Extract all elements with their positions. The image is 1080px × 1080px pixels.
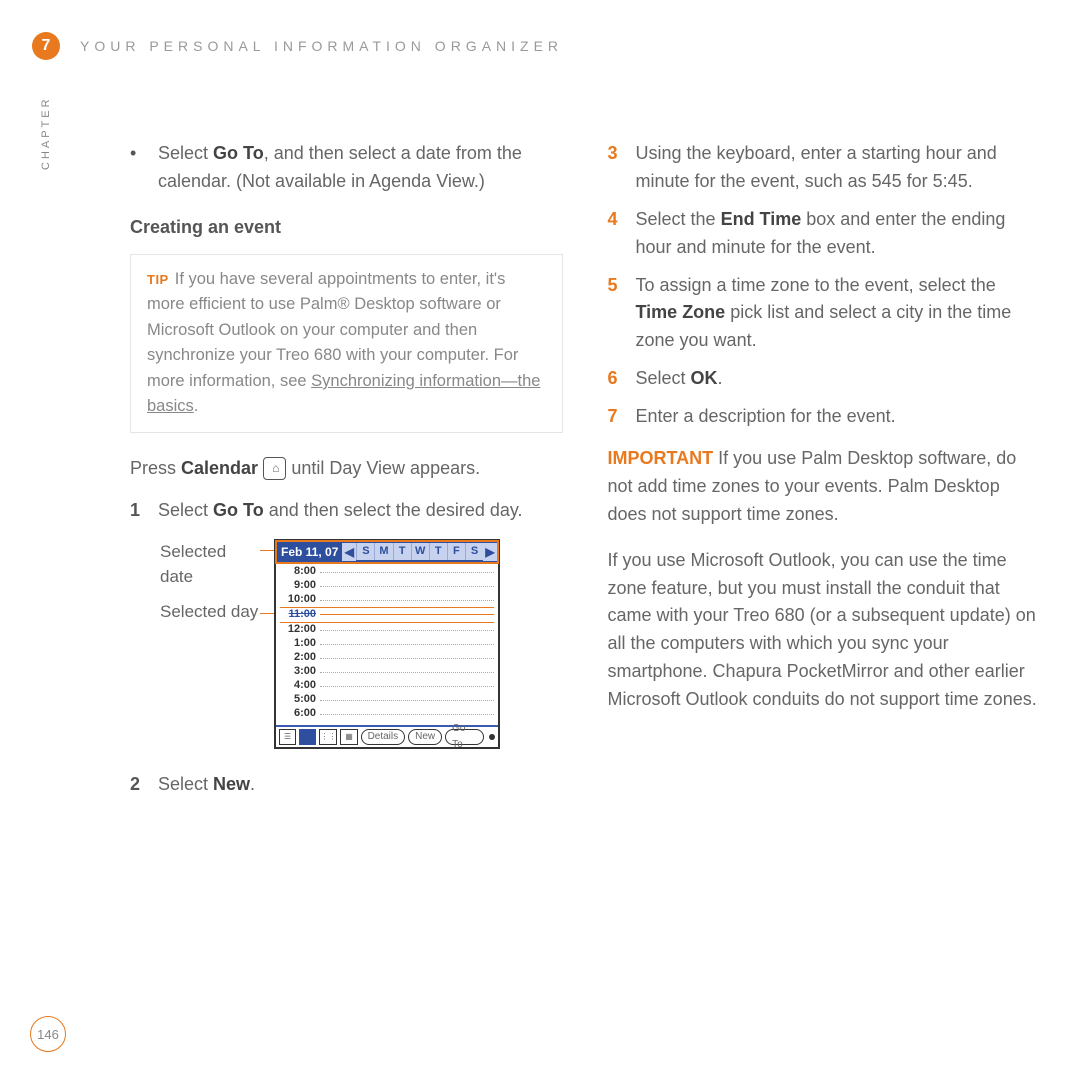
time-slot[interactable] (320, 699, 494, 701)
view-icon-4[interactable]: ▦ (340, 729, 357, 745)
step-3: 3 Using the keyboard, enter a starting h… (608, 140, 1041, 196)
text: To assign a time zone to the event, sele… (636, 275, 996, 295)
callout-selected-date: Selected date (160, 539, 260, 590)
time-slot[interactable] (320, 713, 494, 715)
calendar-button-icon: ⌂ (263, 457, 286, 480)
day-cell[interactable]: T (429, 543, 447, 560)
text: . (250, 774, 255, 794)
bold-timezone: Time Zone (636, 302, 726, 322)
screenshot-header: Feb 11, 07 ◀ S M T W T F S ▶ (276, 541, 498, 563)
step-2: 2 Select New. (130, 771, 563, 799)
day-cell[interactable]: T (393, 543, 411, 560)
left-column: • Select Go To, and then select a date f… (130, 140, 563, 809)
view-icon-2[interactable] (299, 729, 316, 745)
view-icon-1[interactable]: ☰ (279, 729, 296, 745)
bold-new: New (213, 774, 250, 794)
tip-label: TIP (147, 272, 169, 287)
time-slot[interactable] (320, 614, 494, 615)
step-number: 6 (608, 365, 622, 393)
step-number: 5 (608, 272, 622, 356)
day-cell[interactable]: S (356, 543, 374, 560)
step-number: 1 (130, 497, 144, 525)
step-number: 7 (608, 403, 622, 431)
page-number: 146 (30, 1016, 66, 1052)
bold-goto: Go To (213, 143, 264, 163)
time-slot[interactable] (320, 571, 494, 573)
bold-goto: Go To (213, 500, 264, 520)
time-slot[interactable] (320, 629, 494, 631)
time-slot[interactable] (320, 685, 494, 687)
text: Select (158, 774, 213, 794)
header-title: YOUR PERSONAL INFORMATION ORGANIZER (80, 38, 563, 54)
text: . (718, 368, 723, 388)
new-button[interactable]: New (408, 729, 442, 745)
next-arrow-icon[interactable]: ▶ (483, 543, 497, 562)
goto-button[interactable]: Go To (445, 729, 484, 745)
bold-calendar: Calendar (181, 458, 258, 478)
section-heading: Creating an event (130, 214, 563, 242)
details-button[interactable]: Details (361, 729, 406, 745)
text: Select (158, 500, 213, 520)
bullet-item: • Select Go To, and then select a date f… (130, 140, 563, 196)
day-cell[interactable]: F (447, 543, 465, 560)
paragraph: If you use Microsoft Outlook, you can us… (608, 547, 1041, 714)
step-1: 1 Select Go To and then select the desir… (130, 497, 563, 525)
bold-endtime: End Time (721, 209, 802, 229)
right-column: 3 Using the keyboard, enter a starting h… (608, 140, 1041, 809)
step-7: 7 Enter a description for the event. (608, 403, 1041, 431)
text: Select (158, 143, 213, 163)
screenshot-block: Selected date Selected day Feb 11, 07 ◀ … (160, 539, 563, 749)
step-number: 3 (608, 140, 622, 196)
important-label: IMPORTANT (608, 448, 714, 468)
text: Select the (636, 209, 721, 229)
time-slot[interactable] (320, 643, 494, 645)
text: Press (130, 458, 181, 478)
screenshot-footer: ☰ ⋮⋮ ▦ Details New Go To (276, 727, 498, 747)
callout-selected-day: Selected day (160, 599, 258, 625)
text: and then select the desired day. (264, 500, 523, 520)
text: until Day View appears. (291, 458, 480, 478)
bold-ok: OK (691, 368, 718, 388)
time-slot[interactable] (320, 657, 494, 659)
page-body: • Select Go To, and then select a date f… (130, 140, 1040, 809)
chapter-label-vertical: CHAPTER (40, 96, 52, 170)
tip-period: . (194, 397, 199, 415)
day-cell[interactable]: S (465, 543, 483, 560)
step-number: 4 (608, 206, 622, 262)
time-slot[interactable] (320, 599, 494, 601)
view-icon-3[interactable]: ⋮⋮ (319, 729, 337, 745)
time-label: 6:00 (280, 705, 320, 722)
text: Select (636, 368, 691, 388)
day-picker[interactable]: S M T W T F S (356, 543, 483, 560)
day-cell[interactable]: M (374, 543, 392, 560)
step-5: 5 To assign a time zone to the event, se… (608, 272, 1041, 356)
chapter-number-badge: 7 (32, 32, 60, 60)
text: Using the keyboard, enter a starting hou… (636, 140, 1041, 196)
bullet-marker: • (130, 140, 144, 196)
step-number: 2 (130, 771, 144, 799)
prev-arrow-icon[interactable]: ◀ (342, 543, 356, 562)
screenshot-date[interactable]: Feb 11, 07 (277, 543, 342, 562)
tip-box: TIPIf you have several appointments to e… (130, 254, 563, 433)
device-screenshot: Feb 11, 07 ◀ S M T W T F S ▶ 8:00 9: (274, 539, 500, 749)
step-6: 6 Select OK. (608, 365, 1041, 393)
day-cell[interactable]: W (411, 543, 429, 560)
step-4: 4 Select the End Time box and enter the … (608, 206, 1041, 262)
dot-icon (489, 734, 495, 740)
time-slot[interactable] (320, 671, 494, 673)
time-slot[interactable] (320, 585, 494, 587)
page-header: 7 YOUR PERSONAL INFORMATION ORGANIZER (32, 32, 1048, 60)
screenshot-body: 8:00 9:00 10:00 11:00 12:00 1:00 2:00 3:… (276, 563, 498, 723)
text: Enter a description for the event. (636, 403, 896, 431)
